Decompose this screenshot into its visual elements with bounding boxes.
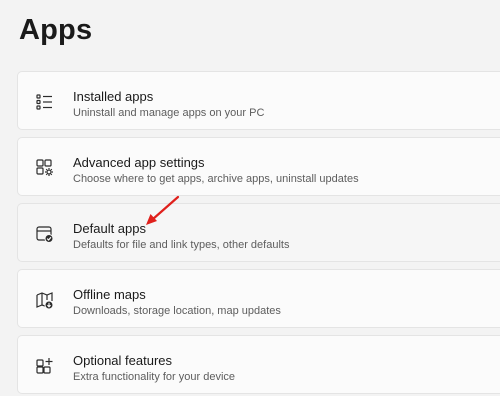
settings-apps-page: Apps Installed apps Uninstall and manage… bbox=[0, 0, 500, 396]
settings-item-advanced-app-settings[interactable]: Advanced app settings Choose where to ge… bbox=[17, 137, 500, 196]
settings-item-offline-maps[interactable]: Offline maps Downloads, storage location… bbox=[17, 269, 500, 328]
settings-item-description: Defaults for file and link types, other … bbox=[73, 239, 290, 251]
settings-item-optional-features[interactable]: Optional features Extra functionality fo… bbox=[17, 335, 500, 394]
list-icon bbox=[35, 92, 55, 112]
settings-item-description: Downloads, storage location, map updates bbox=[73, 305, 281, 317]
default-apps-icon bbox=[35, 224, 55, 244]
app-settings-icon bbox=[35, 158, 55, 178]
settings-item-default-apps[interactable]: Default apps Defaults for file and link … bbox=[17, 203, 500, 262]
settings-item-title: Offline maps bbox=[73, 287, 146, 302]
settings-item-installed-apps[interactable]: Installed apps Uninstall and manage apps… bbox=[17, 71, 500, 130]
settings-item-title: Installed apps bbox=[73, 89, 154, 104]
settings-item-description: Extra functionality for your device bbox=[73, 371, 236, 383]
settings-item-description: Choose where to get apps, archive apps, … bbox=[73, 173, 359, 185]
settings-item-title: Optional features bbox=[73, 353, 173, 368]
settings-item-description: Uninstall and manage apps on your PC bbox=[73, 107, 265, 119]
settings-item-title: Advanced app settings bbox=[73, 155, 205, 170]
offline-map-icon bbox=[35, 290, 55, 310]
settings-item-title: Default apps bbox=[73, 221, 146, 236]
optional-features-icon bbox=[35, 356, 55, 376]
page-title: Apps bbox=[19, 14, 93, 46]
